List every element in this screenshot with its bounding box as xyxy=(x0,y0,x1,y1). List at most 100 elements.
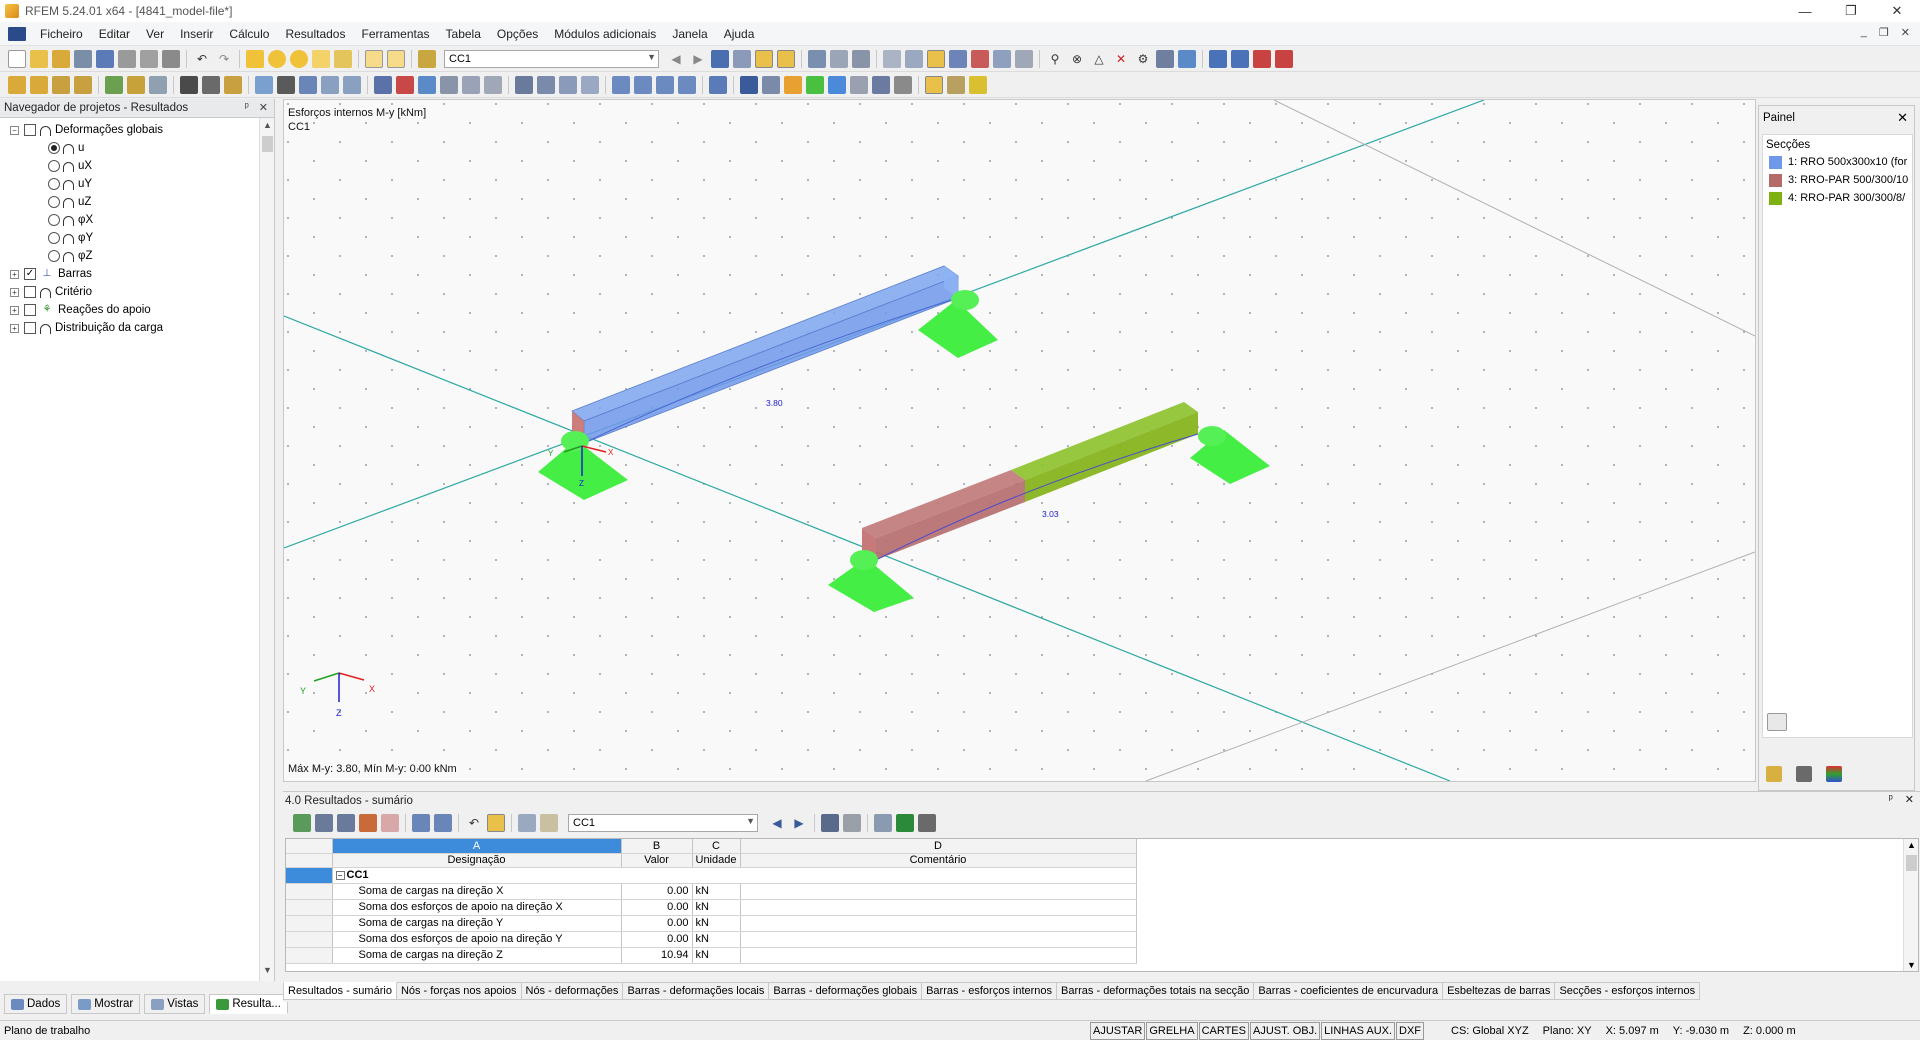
new-load-icon[interactable] xyxy=(127,75,145,94)
graphics-viewport[interactable]: 3.80 3.03 X Y Z X Y Z Esforços internos … xyxy=(283,99,1756,782)
nodal-load-icon[interactable] xyxy=(180,75,198,94)
section-icon[interactable] xyxy=(277,75,295,94)
table-row[interactable]: Soma de cargas na direção X 0.00 kN xyxy=(286,883,1137,900)
restore-button[interactable]: ❐ xyxy=(1828,0,1874,22)
comment-cell[interactable] xyxy=(740,947,1137,964)
row-header[interactable] xyxy=(286,867,333,884)
cartesian-toggle[interactable]: CARTES xyxy=(1198,1021,1249,1040)
scroll-thumb[interactable] xyxy=(1906,855,1917,871)
designation-cell[interactable]: Soma de cargas na direção X xyxy=(332,883,622,900)
menu-inserir[interactable]: Inserir xyxy=(172,27,221,41)
view-yz-icon[interactable] xyxy=(634,75,652,94)
table-settings-icon[interactable] xyxy=(918,814,936,832)
result-values-icon[interactable] xyxy=(733,49,751,68)
legend-item-section-4[interactable]: 4: RRO-PAR 300/300/8/ xyxy=(1763,189,1912,207)
print-graphic-icon[interactable] xyxy=(140,49,158,68)
show-results-icon[interactable] xyxy=(755,49,773,68)
new-line-icon[interactable] xyxy=(30,75,48,94)
tab-mostrar[interactable]: Mostrar xyxy=(71,994,141,1014)
wireframe-icon[interactable] xyxy=(762,75,780,94)
column-c-header[interactable]: C xyxy=(692,839,741,854)
table-highlight-icon[interactable] xyxy=(487,814,505,832)
tab-barras-esforcos-internos[interactable]: Barras - esforços internos xyxy=(922,982,1058,1000)
monitor-icon[interactable] xyxy=(1231,49,1249,68)
factors-tab-icon[interactable] xyxy=(1796,766,1812,782)
tab-barras-deformacoes-locais[interactable]: Barras - deformações locais xyxy=(623,982,770,1000)
value-cell[interactable]: 0.00 xyxy=(621,931,693,948)
radio-button[interactable] xyxy=(48,250,60,262)
tab-nos-deformacoes[interactable]: Nós - deformações xyxy=(521,982,624,1000)
radio-button[interactable] xyxy=(48,142,60,154)
table-export-icon[interactable] xyxy=(315,814,333,832)
scroll-up-icon[interactable]: ▲ xyxy=(260,120,275,134)
minimize-button[interactable]: — xyxy=(1782,0,1828,22)
surface-icon[interactable] xyxy=(1156,49,1174,68)
menu-editar[interactable]: Editar xyxy=(91,27,138,41)
display-icon[interactable] xyxy=(709,75,727,94)
checkbox[interactable] xyxy=(24,304,36,316)
tab-resultados-sumario[interactable]: Resultados - sumário xyxy=(283,982,397,1000)
checkbox[interactable]: ✓ xyxy=(24,268,36,280)
designation-cell[interactable]: Soma de cargas na direção Z xyxy=(332,947,622,964)
snap-toggle[interactable]: AJUSTAR xyxy=(1090,1021,1146,1040)
view-x-icon[interactable] xyxy=(321,75,339,94)
tree-item-uz[interactable]: uZ xyxy=(0,193,274,211)
unit-cell[interactable]: kN xyxy=(692,915,741,932)
close-button[interactable]: ✕ xyxy=(1874,0,1920,22)
radio-button[interactable] xyxy=(48,232,60,244)
tree-item-global-deformations[interactable]: − Deformações globais xyxy=(0,121,274,139)
zoom-icon[interactable] xyxy=(537,75,555,94)
legend-item-section-1[interactable]: 1: RRO 500x300x10 (for xyxy=(1763,153,1912,171)
scroll-up-icon[interactable]: ▲ xyxy=(1907,840,1916,850)
print-icon[interactable] xyxy=(118,49,136,68)
table-columns-icon[interactable] xyxy=(874,814,892,832)
filter-tab-icon[interactable] xyxy=(1826,766,1842,782)
grid-table-icon[interactable] xyxy=(894,75,912,94)
designation-cell[interactable]: Soma de cargas na direção Y xyxy=(332,915,622,932)
expand-icon[interactable]: + xyxy=(10,305,19,315)
grid-toggle[interactable]: GRELHA xyxy=(1146,1021,1198,1040)
excel-icon[interactable] xyxy=(896,814,914,832)
zoom-window-icon[interactable] xyxy=(559,75,577,94)
animation-icon[interactable] xyxy=(808,49,826,68)
hatch-icon[interactable] xyxy=(850,75,868,94)
comment-cell[interactable] xyxy=(740,899,1137,916)
table-scrollbar[interactable]: ▲ ▼ xyxy=(1903,839,1918,971)
radio-button[interactable] xyxy=(48,196,60,208)
tree-item-uy[interactable]: uY xyxy=(0,175,274,193)
new-file-icon[interactable] xyxy=(8,49,26,68)
table-icon[interactable] xyxy=(365,49,383,68)
scale-icon[interactable] xyxy=(462,75,480,94)
value-cell[interactable]: 0.00 xyxy=(621,899,693,916)
dxf-toggle[interactable]: DXF xyxy=(1396,1021,1425,1040)
checkbox[interactable] xyxy=(24,286,36,298)
row-header[interactable] xyxy=(286,947,333,964)
load-case-icon[interactable] xyxy=(418,49,436,68)
view-xy-icon[interactable] xyxy=(656,75,674,94)
table-row[interactable]: Soma dos esforços de apoio na direção Y … xyxy=(286,931,1137,948)
doc-close-button[interactable]: ✕ xyxy=(1901,26,1910,39)
row-header[interactable] xyxy=(286,931,333,948)
value-cell[interactable]: 0.00 xyxy=(621,883,693,900)
member-load-icon[interactable] xyxy=(202,75,220,94)
line-icon[interactable]: ⊗ xyxy=(1068,50,1086,68)
delete-icon[interactable]: ✕ xyxy=(1112,50,1130,68)
guidelines-toggle[interactable]: LINHAS AUX. xyxy=(1321,1021,1396,1040)
table-colors-icon[interactable] xyxy=(359,814,377,832)
cube-icon[interactable] xyxy=(255,75,273,94)
tree-item-phix[interactable]: φX xyxy=(0,211,274,229)
tab-barras-coeficientes-encurvadura[interactable]: Barras - coeficientes de encurvadura xyxy=(1254,982,1444,1000)
tree-item-phiz[interactable]: φZ xyxy=(0,247,274,265)
highlight-icon[interactable] xyxy=(925,75,943,94)
column-b-header[interactable]: B xyxy=(621,839,693,854)
view-xz-icon[interactable] xyxy=(612,75,630,94)
comment-cell[interactable] xyxy=(740,915,1137,932)
copy-icon[interactable] xyxy=(334,49,352,68)
comment-icon[interactable] xyxy=(312,49,330,68)
designation-cell[interactable]: Soma dos esforços de apoio na direção X xyxy=(332,899,622,916)
collapse-icon[interactable]: − xyxy=(10,125,19,135)
radio-button[interactable] xyxy=(48,160,60,172)
move-icon[interactable] xyxy=(374,75,392,94)
collapse-icon[interactable]: − xyxy=(335,870,345,880)
open-icon[interactable] xyxy=(52,49,70,68)
